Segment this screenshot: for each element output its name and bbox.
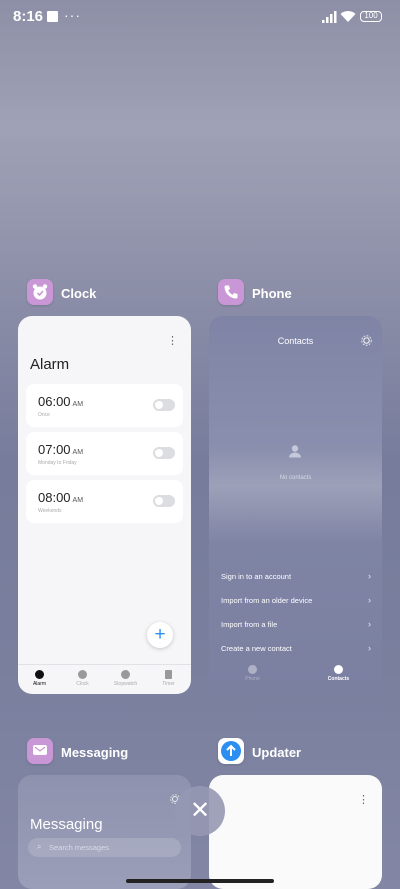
search-messages-input[interactable]: ⌕ Search messages bbox=[28, 838, 181, 857]
settings-gear-icon[interactable] bbox=[361, 335, 372, 346]
alarm-time: 06:00 AM bbox=[38, 394, 84, 409]
clock-tab-icon bbox=[78, 670, 87, 679]
alarm-repeat: Monday to Friday bbox=[38, 460, 77, 466]
messaging-page-title: Messaging bbox=[30, 816, 103, 833]
battery-icon: 100 bbox=[360, 11, 382, 22]
chevron-right-icon: › bbox=[368, 643, 371, 653]
update-arrow-icon bbox=[221, 741, 241, 761]
search-icon: ⌕ bbox=[37, 842, 42, 851]
tab-alarm[interactable]: Alarm bbox=[18, 665, 61, 694]
stopwatch-tab-icon bbox=[121, 670, 130, 679]
person-icon bbox=[289, 445, 301, 458]
alarm-clock-icon bbox=[32, 284, 48, 300]
phone-app-card[interactable]: Contacts No contacts Sign in to an accou… bbox=[209, 316, 382, 694]
overflow-menu-icon[interactable]: ⋮ bbox=[358, 793, 369, 806]
tab-stopwatch[interactable]: Stopwatch bbox=[104, 665, 147, 694]
messaging-app-card[interactable]: Messaging ⌕ Search messages bbox=[18, 775, 191, 889]
clock-app-card[interactable]: ⋮ Alarm 06:00 AM Once 07:00 AM Monday to F… bbox=[18, 316, 191, 694]
status-time: 8:16 bbox=[13, 8, 44, 25]
create-contact-option[interactable]: Create a new contact › bbox=[221, 643, 371, 653]
hourglass-tab-icon bbox=[165, 670, 172, 679]
alarm-time: 08:00 AM bbox=[38, 490, 84, 505]
phone-app-title: Phone bbox=[252, 286, 292, 301]
more-notifications-icon: ··· bbox=[64, 7, 81, 23]
clock-app-title: Clock bbox=[61, 286, 97, 301]
notification-icon bbox=[47, 11, 58, 22]
alarm-repeat: Once bbox=[38, 412, 50, 418]
tab-phone[interactable]: Phone bbox=[231, 660, 274, 690]
updater-app-icon[interactable] bbox=[218, 738, 244, 764]
updater-app-card[interactable]: ⋮ bbox=[209, 775, 382, 889]
import-device-option[interactable]: Import from an older device › bbox=[221, 595, 371, 605]
alarm-toggle[interactable] bbox=[153, 447, 175, 459]
alarm-item[interactable]: 06:00 AM Once bbox=[26, 384, 183, 427]
alarm-item[interactable]: 07:00 AM Monday to Friday bbox=[26, 432, 183, 475]
clock-tab-bar: Alarm Clock Stopwatch Timer bbox=[18, 664, 191, 694]
status-bar: 8:16 ··· 100 bbox=[0, 0, 400, 36]
updater-app-title: Updater bbox=[252, 745, 302, 760]
phone-tab-bar: Phone Contacts bbox=[209, 660, 382, 694]
sign-in-option[interactable]: Sign in to an account › bbox=[221, 571, 371, 581]
clock-app-icon[interactable] bbox=[27, 279, 53, 305]
chevron-right-icon: › bbox=[368, 571, 371, 581]
no-contacts-text: No contacts bbox=[279, 475, 312, 481]
phone-app-icon[interactable] bbox=[218, 279, 244, 305]
tab-clock[interactable]: Clock bbox=[61, 665, 104, 694]
chevron-right-icon: › bbox=[368, 595, 371, 605]
messaging-app-icon[interactable] bbox=[27, 738, 53, 764]
phone-tab-icon bbox=[248, 665, 257, 674]
tab-timer[interactable]: Timer bbox=[147, 665, 190, 694]
alarm-page-title: Alarm bbox=[30, 356, 70, 373]
alarm-toggle[interactable] bbox=[153, 399, 175, 411]
messaging-app-title: Messaging bbox=[61, 745, 129, 760]
message-icon bbox=[33, 745, 47, 755]
add-alarm-button[interactable]: + bbox=[147, 622, 173, 648]
alarm-item[interactable]: 08:00 AM Weekends bbox=[26, 480, 183, 523]
phone-handset-icon bbox=[224, 285, 238, 299]
signal-icon bbox=[322, 11, 337, 23]
overflow-menu-icon[interactable]: ⋮ bbox=[167, 334, 178, 347]
home-indicator[interactable] bbox=[126, 879, 274, 883]
alarm-time: 07:00 AM bbox=[38, 442, 84, 457]
alarm-tab-icon bbox=[35, 670, 44, 679]
alarm-toggle[interactable] bbox=[153, 495, 175, 507]
contacts-tab-icon bbox=[334, 665, 343, 674]
search-placeholder: Search messages bbox=[49, 843, 110, 852]
alarm-repeat: Weekends bbox=[38, 508, 62, 514]
tab-contacts[interactable]: Contacts bbox=[317, 660, 360, 690]
contacts-title: Contacts bbox=[277, 336, 314, 346]
chevron-right-icon: › bbox=[368, 619, 371, 629]
clear-all-button[interactable]: ✕ bbox=[175, 786, 225, 836]
wifi-icon bbox=[340, 11, 356, 22]
import-file-option[interactable]: Import from a file › bbox=[221, 619, 371, 629]
